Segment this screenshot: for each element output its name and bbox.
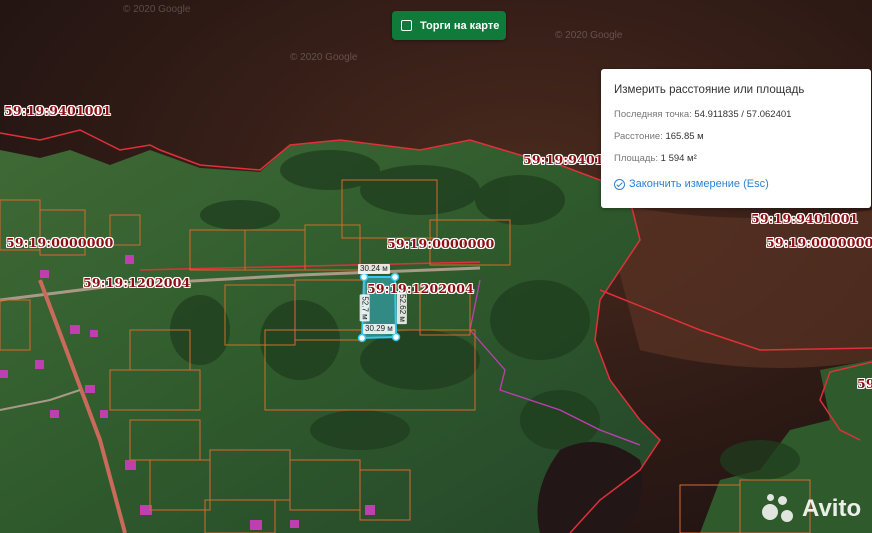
cadastral-label: 59:19:1202004 — [83, 275, 191, 290]
finish-measure-label: Закончить измерение (Esc) — [629, 178, 769, 190]
measure-label-bottom: 30.29 м — [363, 324, 395, 334]
measure-label-top: 30.24 м — [358, 264, 390, 274]
area-value: 1 594 м² — [660, 153, 697, 164]
distance-label: Расстоние: — [614, 131, 663, 142]
avito-logo: Avito — [762, 494, 861, 524]
area-row: Площадь: 1 594 м² — [614, 153, 697, 164]
cadastral-label: 59:19:9401001 — [4, 103, 112, 118]
torgi-map-toggle-button[interactable]: Торги на карте — [392, 11, 506, 40]
check-circle-icon — [614, 178, 625, 190]
avito-logo-text: Avito — [802, 495, 862, 522]
measure-panel-title: Измерить расстояние или площадь — [614, 84, 805, 96]
torgi-button-label: Торги на карте — [420, 19, 500, 32]
cadastral-label: 59:1 — [367, 281, 399, 296]
last-point-value: 54.911835 / 57.062401 — [694, 109, 792, 120]
cadastral-label: 59 — [857, 376, 872, 391]
map-watermark: © 2020 Google — [290, 52, 358, 63]
cadastral-label: 59:19:94010 — [523, 152, 613, 167]
cadastral-label: 59:19:0000000 — [6, 235, 114, 250]
measure-label-left: 52.7 м — [359, 294, 370, 322]
checkbox-icon[interactable] — [401, 20, 412, 31]
cadastral-label: 59:19:0000000 — [766, 235, 872, 250]
area-label: Площадь: — [614, 153, 658, 164]
finish-measure-button[interactable]: Закончить измерение (Esc) — [614, 178, 769, 190]
cadastral-label: 9:1202004 — [398, 281, 474, 296]
map-watermark: © 2020 Google — [123, 4, 191, 15]
last-point-label: Последняя точка: — [614, 109, 692, 120]
measure-panel: Измерить расстояние или площадь Последня… — [601, 69, 871, 208]
map-watermark: © 2020 Google — [555, 30, 623, 41]
cadastral-label: 59:19:9401001 — [751, 211, 859, 226]
avito-dots-icon — [762, 494, 798, 524]
distance-row: Расстоние: 165.85 м — [614, 131, 704, 142]
measure-label-right: 52.62 м — [396, 292, 407, 324]
cadastral-label: 59:19:0000000 — [387, 236, 495, 251]
distance-value: 165.85 м — [665, 131, 704, 142]
last-point-row: Последняя точка: 54.911835 / 57.062401 — [614, 109, 791, 120]
